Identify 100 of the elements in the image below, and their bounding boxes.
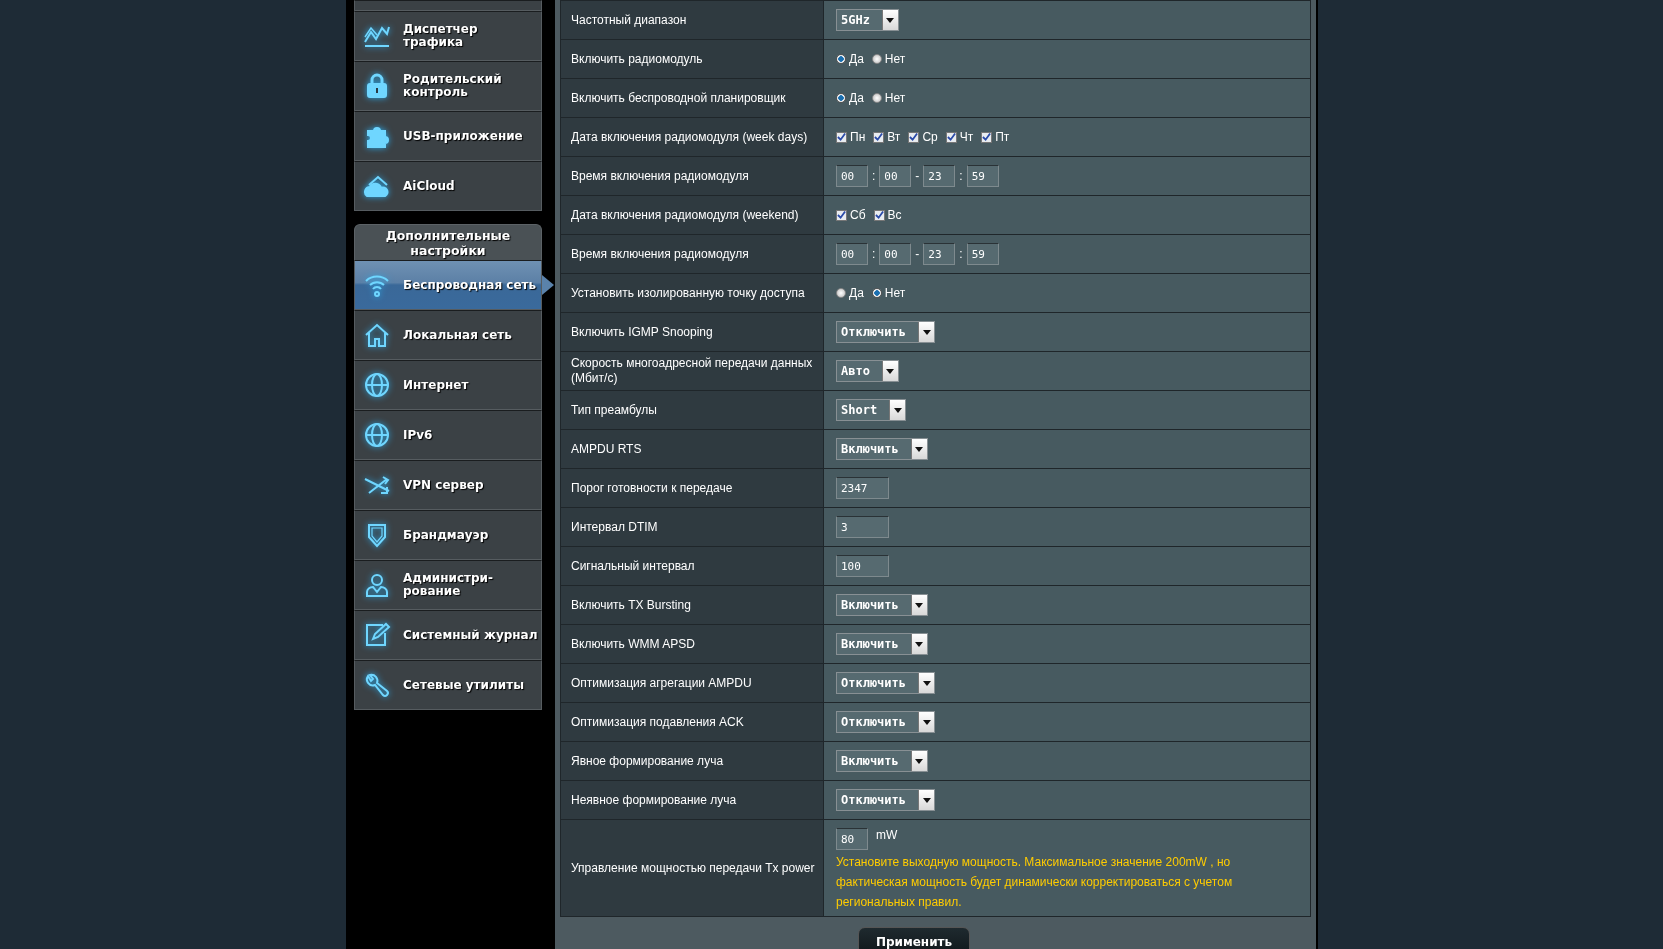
sidebar-item[interactable]: IPv6: [354, 410, 542, 460]
sidebar-item[interactable]: VPN сервер: [354, 460, 542, 510]
setting-label: Сигнальный интервал: [571, 558, 696, 574]
setting-label: AMPDU RTS: [571, 441, 643, 457]
setting-label: Порог готовности к передаче: [571, 480, 734, 496]
globe-icon: [363, 421, 391, 449]
sidebar-item[interactable]: USB-приложение: [354, 111, 542, 161]
dropdown[interactable]: Включить: [836, 633, 928, 655]
input-field[interactable]: 100: [836, 555, 889, 577]
dropdown[interactable]: Авто: [836, 360, 899, 382]
radio-button[interactable]: [871, 54, 882, 64]
checkbox[interactable]: [945, 131, 957, 143]
option-label: Вс: [887, 208, 902, 222]
time-field[interactable]: 00: [836, 165, 868, 187]
time-field[interactable]: 00: [836, 243, 868, 265]
setting-label: Скорость многоадресной передачи данных (Мбит/с): [571, 356, 814, 386]
option-label: Сб: [850, 208, 866, 222]
time-field[interactable]: 59: [966, 243, 999, 265]
dropdown[interactable]: Включить: [836, 594, 928, 616]
edit-icon: [363, 621, 391, 649]
unit-label: mW: [876, 828, 898, 842]
pointer-arrow: [542, 275, 554, 295]
input-field[interactable]: 3: [836, 516, 889, 538]
option-label: Да: [849, 91, 864, 105]
sidebar-item[interactable]: Родительский контроль: [354, 61, 542, 111]
radio-button[interactable]: [836, 93, 846, 103]
input-field[interactable]: 2347: [836, 477, 889, 499]
sidebar-item[interactable]: [354, 0, 542, 11]
checkbox[interactable]: [908, 131, 920, 143]
hint-text: Установите выходную мощность. Максимальное значение 200mW , но фактическая мощность будет динамически корректироваться с учетом региональных правил.: [836, 854, 1234, 911]
radio-button[interactable]: [836, 54, 846, 64]
caret-icon: [915, 641, 924, 647]
checkbox[interactable]: [873, 131, 885, 143]
time-field[interactable]: 23: [923, 243, 956, 265]
setting-label: Включить WMM APSD: [571, 636, 696, 652]
setting-label: Оптимизация подавления ACK: [571, 714, 745, 730]
sidebar-item[interactable]: AiCloud: [354, 161, 542, 211]
sidebar-item[interactable]: Администри-рование: [354, 560, 542, 610]
setting-label: Частотный диапазон: [571, 12, 688, 28]
setting-label: Включить TX Bursting: [571, 597, 692, 613]
radio-button[interactable]: [871, 288, 882, 298]
sidebar-item[interactable]: Сетевые утилиты: [354, 660, 542, 710]
radio-button[interactable]: [871, 93, 882, 103]
radio-button[interactable]: [836, 288, 846, 298]
globe-icon: [363, 371, 391, 399]
setting-label: Интервал DTIM: [571, 519, 659, 535]
dropdown[interactable]: Отключить: [836, 321, 936, 343]
option-label: Пн: [850, 130, 866, 144]
option-label: Да: [849, 286, 864, 300]
caret-icon: [922, 329, 931, 335]
checkbox[interactable]: [836, 131, 847, 143]
option-label: Ср: [922, 130, 938, 144]
sidebar-item[interactable]: Диспетчер трафика: [354, 11, 542, 61]
checkbox[interactable]: [981, 131, 993, 143]
time-field[interactable]: 00: [879, 165, 912, 187]
setting-label: Время включения радиомодуля: [571, 168, 750, 184]
dropdown[interactable]: Включить: [836, 438, 928, 460]
setting-label: Тип преамбулы: [571, 402, 658, 418]
sidebar-item[interactable]: Беспроводная сеть: [354, 260, 542, 310]
caret-icon: [886, 17, 895, 23]
caret-icon: [922, 719, 931, 725]
sidebar-item[interactable]: Интернет: [354, 360, 542, 410]
dropdown[interactable]: Отключить: [836, 789, 936, 811]
dropdown[interactable]: Отключить: [836, 672, 936, 694]
dropdown[interactable]: Short: [836, 399, 907, 421]
time-separator: :: [959, 247, 963, 261]
apply-button[interactable]: Применить: [858, 927, 970, 949]
option-label: Да: [849, 52, 864, 66]
setting-label: Установить изолированную точку доступа: [571, 285, 806, 301]
checkbox[interactable]: [836, 209, 847, 221]
time-separator: :: [872, 169, 876, 183]
setting-label: Дата включения радиомодуля (weekend): [571, 207, 800, 223]
house-icon: [363, 321, 391, 349]
time-separator: :: [959, 169, 963, 183]
setting-label: Оптимизация агрегации AMPDU: [571, 675, 753, 691]
time-field[interactable]: 59: [966, 165, 999, 187]
option-label: Нет: [884, 91, 906, 105]
caret-icon: [915, 602, 924, 608]
wrench-icon: [363, 671, 391, 699]
checkbox[interactable]: [873, 209, 885, 221]
section-header: Дополнительные настройки: [354, 224, 542, 260]
sidebar-item[interactable]: Локальная сеть: [354, 310, 542, 360]
time-separator: :: [872, 247, 876, 261]
dropdown[interactable]: 5GHz: [836, 9, 899, 31]
sidebar-item[interactable]: Системный журнал: [354, 610, 542, 660]
time-field[interactable]: 00: [879, 243, 912, 265]
caret-icon: [915, 758, 924, 764]
time-field[interactable]: 23: [923, 165, 956, 187]
caret-icon: [886, 368, 895, 374]
setting-label: Включить IGMP Snooping: [571, 324, 714, 340]
setting-label: Управление мощностью передачи Tx power: [571, 860, 816, 876]
dropdown[interactable]: Отключить: [836, 711, 936, 733]
option-label: Пт: [995, 130, 1010, 144]
time-separator: -: [915, 169, 920, 183]
caret-icon: [893, 407, 902, 413]
option-label: Нет: [884, 286, 906, 300]
dropdown[interactable]: Включить: [836, 750, 928, 772]
sidebar-item[interactable]: Брандмауэр: [354, 510, 542, 560]
setting-label: Включить беспроводной планировщик: [571, 90, 787, 106]
input-field[interactable]: 80: [836, 828, 868, 850]
